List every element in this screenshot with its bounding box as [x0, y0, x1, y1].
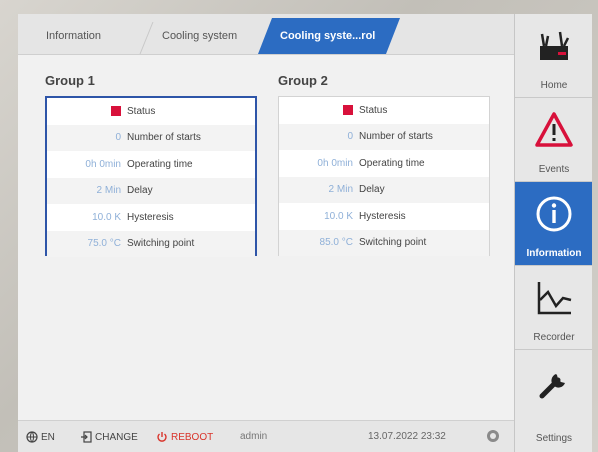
- status-row: Status: [47, 98, 255, 125]
- info-circle-icon: [536, 196, 572, 232]
- number-of-starts-row: 0 Number of starts: [279, 123, 489, 150]
- row-value: 10.0 K: [324, 210, 353, 222]
- row-label: Switching point: [127, 238, 195, 250]
- row-label: Number of starts: [127, 132, 201, 144]
- group-2-panel[interactable]: Status 0 Number of starts 0h 0min Operat…: [278, 96, 490, 256]
- main-content: Group 1 Status 0 Number of starts 0h 0mi…: [18, 55, 514, 420]
- row-label: Operating time: [127, 158, 193, 170]
- login-icon: [81, 431, 92, 443]
- tab-cooling-system-control[interactable]: Cooling syste...rol: [258, 18, 400, 54]
- reboot-label: REBOOT: [171, 431, 214, 443]
- group-1-title: Group 1: [45, 73, 95, 88]
- group-1-panel[interactable]: Status 0 Number of starts 0h 0min Operat…: [45, 96, 257, 257]
- power-icon: [157, 432, 167, 442]
- toggle-icon: [487, 430, 499, 442]
- nav-events[interactable]: Events: [515, 98, 592, 182]
- hmi-screen: Information Cooling system Cooling syste…: [18, 14, 592, 452]
- row-label: Hysteresis: [359, 210, 406, 222]
- delay-row: 2 Min Delay: [279, 176, 489, 203]
- operating-time-row: 0h 0min Operating time: [279, 150, 489, 177]
- switching-point-row: 85.0 °C Switching point: [279, 229, 489, 256]
- date-time-label: 13.07.2022 23:32: [368, 431, 446, 442]
- settings-round-button[interactable]: [486, 429, 500, 443]
- row-label: Delay: [127, 185, 153, 197]
- row-label: Delay: [359, 184, 385, 196]
- row-value: 0: [115, 132, 121, 144]
- nav-home[interactable]: Home: [515, 14, 592, 98]
- user-label: admin: [240, 431, 268, 442]
- row-value: 0h 0min: [85, 158, 121, 170]
- nav-events-label: Events: [538, 164, 570, 175]
- nav-recorder-label: Recorder: [533, 332, 575, 343]
- row-label: Switching point: [359, 237, 427, 249]
- reboot-button[interactable]: REBOOT: [156, 431, 213, 443]
- warning-triangle-icon: [535, 112, 573, 147]
- wrench-icon: [539, 374, 565, 399]
- row-value: 2 Min: [328, 184, 353, 196]
- switching-point-row: 75.0 °C Switching point: [47, 230, 255, 257]
- nav-home-label: Home: [540, 80, 568, 91]
- user-name: admin: [240, 431, 267, 442]
- status-value: [47, 106, 127, 117]
- status-value: [279, 105, 359, 116]
- chart-line-icon: [537, 282, 572, 315]
- delay-row: 2 Min Delay: [47, 177, 255, 204]
- status-bar: EN CHANGE REBOOT admin 13.07.2022 23:32: [18, 420, 514, 452]
- tab-bar: Information Cooling system Cooling syste…: [18, 14, 514, 55]
- nav-settings-label: Settings: [535, 433, 573, 444]
- row-value: 2 Min: [96, 185, 121, 197]
- row-value: 75.0 °C: [87, 238, 121, 250]
- date-time: 13.07.2022 23:32: [368, 431, 446, 442]
- group-2-title: Group 2: [278, 73, 328, 88]
- language-label: EN: [41, 431, 55, 443]
- nav-information-label: Information: [526, 248, 582, 259]
- language-button[interactable]: EN: [26, 431, 55, 443]
- side-navigation: Home Events Information Recorder Setting…: [514, 14, 592, 452]
- row-value: 0h 0min: [317, 157, 353, 169]
- number-of-starts-row: 0 Number of starts: [47, 124, 255, 151]
- row-label: Status: [127, 105, 156, 117]
- status-indicator-icon: [111, 106, 121, 117]
- home-device-icon: [540, 31, 570, 60]
- globe-icon: [26, 431, 38, 443]
- row-label: Status: [359, 104, 388, 116]
- row-value: 85.0 °C: [319, 237, 353, 249]
- row-value: 10.0 K: [92, 211, 121, 223]
- status-indicator-icon: [343, 105, 353, 116]
- change-label: CHANGE: [95, 431, 138, 443]
- status-row: Status: [279, 97, 489, 124]
- nav-information[interactable]: Information: [515, 182, 592, 266]
- hysteresis-row: 10.0 K Hysteresis: [47, 204, 255, 231]
- tab-information[interactable]: Information: [24, 18, 142, 54]
- row-label: Hysteresis: [127, 211, 174, 223]
- row-label: Operating time: [359, 157, 425, 169]
- nav-settings[interactable]: Settings: [515, 350, 592, 452]
- row-value: 0: [347, 131, 353, 143]
- change-button[interactable]: CHANGE: [80, 431, 138, 443]
- tab-cooling-system[interactable]: Cooling system: [142, 18, 266, 54]
- operating-time-row: 0h 0min Operating time: [47, 151, 255, 178]
- row-label: Number of starts: [359, 131, 433, 143]
- hysteresis-row: 10.0 K Hysteresis: [279, 203, 489, 230]
- nav-recorder[interactable]: Recorder: [515, 266, 592, 350]
